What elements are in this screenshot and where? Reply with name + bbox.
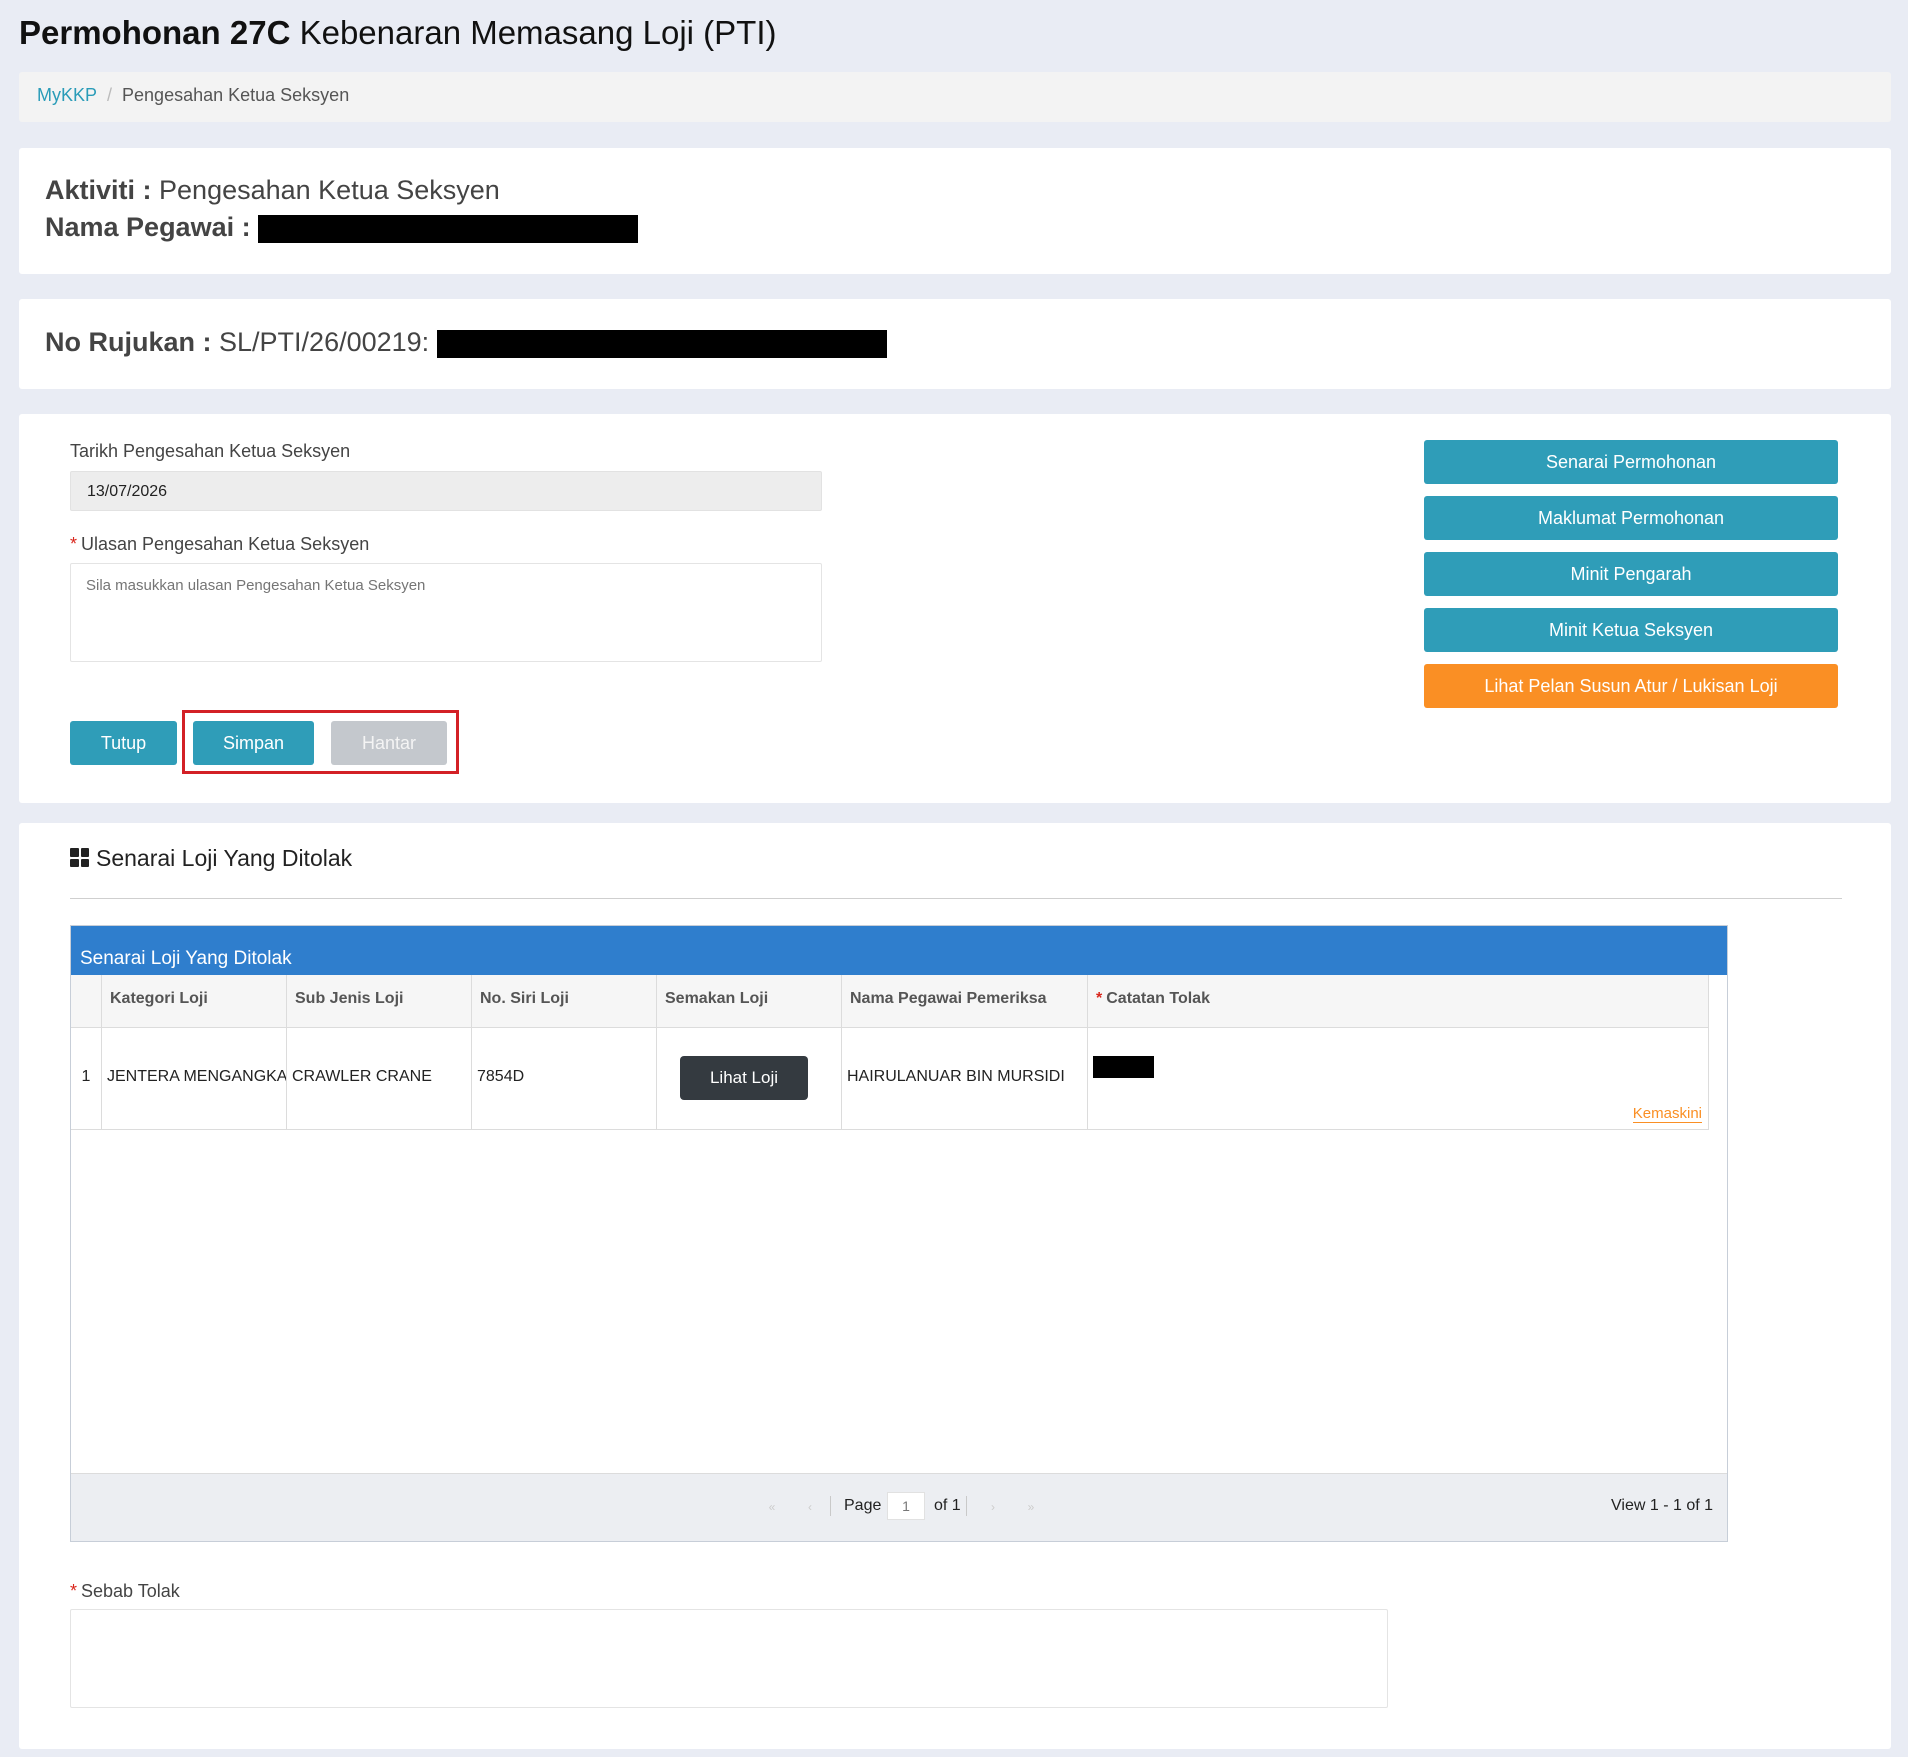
grid-header-row: Kategori Loji Sub Jenis Loji No. Siri Lo… [71,975,1709,1028]
ulasan-label-wrap: * Ulasan Pengesahan Ketua Seksyen [70,534,369,555]
rejected-section-title-text: Senarai Loji Yang Ditolak [96,845,353,871]
sebab-tolak-textarea[interactable] [70,1609,1388,1708]
form-card: Tarikh Pengesahan Ketua Seksyen 13/07/20… [19,414,1891,803]
row-sub-jenis: CRAWLER CRANE [287,1028,472,1129]
no-rujukan-line: No Rujukan : SL/PTI/26/00219: [45,327,887,358]
sebab-tolak-label: Sebab Tolak [81,1581,180,1601]
hantar-button[interactable]: Hantar [331,721,447,765]
aktiviti-value: Pengesahan Ketua Seksyen [159,175,500,205]
maklumat-permohonan-button[interactable]: Maklumat Permohonan [1424,496,1838,540]
grid-pager: « ‹ Page 1 of 1 › » View 1 - 1 of 1 [71,1473,1727,1541]
minit-pengarah-button[interactable]: Minit Pengarah [1424,552,1838,596]
lihat-pelan-button[interactable]: Lihat Pelan Susun Atur / Lukisan Loji [1424,664,1838,708]
nama-pegawai-redacted [258,214,639,243]
col-header-kategori[interactable]: Kategori Loji [102,975,287,1027]
col-header-catatan[interactable]: * Catatan Tolak [1088,975,1709,1027]
breadcrumb: MyKKP / Pengesahan Ketua Seksyen [19,72,1891,122]
simpan-button[interactable]: Simpan [193,721,314,765]
next-page-icon[interactable]: › [984,1498,1002,1516]
page-label: Page [844,1497,882,1514]
row-num: 1 [71,1028,102,1129]
pager-separator [830,1496,831,1516]
ulasan-textarea[interactable] [70,563,822,662]
minit-ketua-seksyen-button[interactable]: Minit Ketua Seksyen [1424,608,1838,652]
breadcrumb-home-link[interactable]: MyKKP [37,85,97,105]
page-title: Permohonan 27C Kebenaran Memasang Loji (… [19,14,776,52]
senarai-permohonan-button[interactable]: Senarai Permohonan [1424,440,1838,484]
catatan-redacted [1093,1056,1154,1078]
prev-page-icon[interactable]: ‹ [801,1498,819,1516]
col-header-semakan[interactable]: Semakan Loji [657,975,842,1027]
row-semakan: Lihat Loji [657,1028,842,1129]
col-header-num [71,975,102,1027]
table-row: 1 JENTERA MENGANGKAT CRAWLER CRANE 7854D… [71,1028,1709,1130]
rejected-section-title: Senarai Loji Yang Ditolak [70,845,352,872]
col-header-pegawai[interactable]: Nama Pegawai Pemeriksa [842,975,1088,1027]
ulasan-label: Ulasan Pengesahan Ketua Seksyen [81,534,370,554]
aktiviti-label: Aktiviti : [45,175,152,205]
date-label: Tarikh Pengesahan Ketua Seksyen [70,441,351,461]
pager-separator [966,1496,967,1516]
rejected-grid: Senarai Loji Yang Ditolak Kategori Loji … [70,925,1728,1542]
no-rujukan-redacted [436,329,887,358]
sebab-tolak-label-wrap: * Sebab Tolak [70,1581,180,1602]
no-rujukan-label: No Rujukan : [45,327,212,357]
row-catatan: Kemaskini [1088,1028,1709,1129]
reference-card: No Rujukan : SL/PTI/26/00219: [19,299,1891,389]
view-records-label: View 1 - 1 of 1 [1611,1497,1713,1514]
tutup-button[interactable]: Tutup [70,721,177,765]
section-divider [70,898,1842,899]
row-no-siri: 7854D [472,1028,657,1129]
last-page-icon[interactable]: » [1022,1498,1040,1516]
col-header-sub-jenis[interactable]: Sub Jenis Loji [287,975,472,1027]
grid-icon [70,848,90,868]
page-title-rest: Kebenaran Memasang Loji (PTI) [290,14,777,51]
col-header-catatan-text: Catatan Tolak [1106,990,1210,1007]
lihat-loji-button[interactable]: Lihat Loji [680,1056,808,1100]
nama-pegawai-line: Nama Pegawai : [45,212,639,243]
rejected-list-card: Senarai Loji Yang Ditolak Senarai Loji Y… [19,823,1891,1749]
activity-card: Aktiviti : Pengesahan Ketua Seksyen Nama… [19,148,1891,274]
sebab-required-mark: * [70,1581,78,1601]
kemaskini-link[interactable]: Kemaskini [1632,1105,1702,1123]
required-mark: * [70,534,78,554]
breadcrumb-current: Pengesahan Ketua Seksyen [122,85,350,105]
catatan-required-mark: * [1096,990,1103,1007]
page-input[interactable]: 1 [887,1492,925,1520]
row-kategori: JENTERA MENGANGKAT [102,1028,287,1129]
grid-caption: Senarai Loji Yang Ditolak [71,926,1727,975]
row-pegawai: HAIRULANUAR BIN MURSIDI [842,1028,1088,1129]
nama-pegawai-label: Nama Pegawai : [45,212,251,242]
page-title-bold: Permohonan 27C [19,14,291,51]
col-header-no-siri[interactable]: No. Siri Loji [472,975,657,1027]
first-page-icon[interactable]: « [763,1498,781,1516]
aktiviti-line: Aktiviti : Pengesahan Ketua Seksyen [45,175,500,206]
date-field[interactable]: 13/07/2026 [70,471,822,511]
of-pages-label: of 1 [934,1497,961,1514]
no-rujukan-value: SL/PTI/26/00219: [219,327,430,357]
breadcrumb-separator: / [107,85,113,105]
